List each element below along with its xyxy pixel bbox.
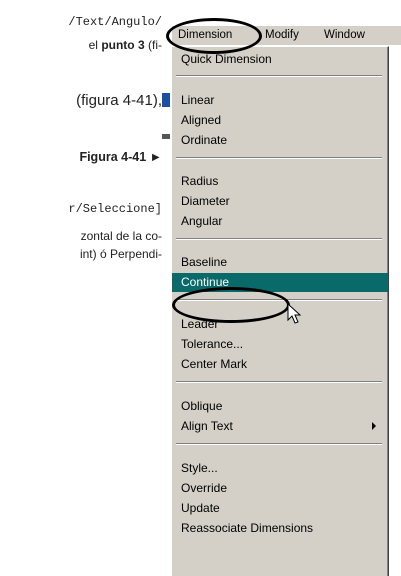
menu-window[interactable]: Window [324,29,365,41]
menu-item-label: Angular [181,214,223,228]
menu-item-label: Baseline [181,255,228,269]
menu-separator [176,75,382,77]
menu-modify-label: Modify [265,29,299,41]
menu-item-update[interactable]: Update [172,499,388,518]
menu-item-linear[interactable]: Linear [172,91,388,110]
doc-line-2-text: el [88,38,102,52]
toolbar-fragment [162,93,170,107]
annotation-ellipse-dimension [166,18,262,54]
doc-line-4: r/Seleccione] [68,202,162,216]
menu-item-label: Ordinate [181,133,228,147]
menu-item-align-text[interactable]: Align Text [172,417,388,436]
menu-item-label: Override [181,481,228,495]
menu-item-baseline[interactable]: Baseline [172,253,388,272]
submenu-arrow-icon [372,422,376,430]
mouse-pointer-icon [287,303,302,324]
menu-item-label: Center Mark [181,357,248,371]
menu-item-angular[interactable]: Angular [172,212,388,231]
doc-line-2-suffix: (fi- [144,38,162,52]
menu-item-label: Tolerance... [181,337,244,351]
menu-item-style[interactable]: Style... [172,459,388,478]
menu-item-oblique[interactable]: Oblique [172,397,388,416]
document-text-column: /Text/Angulo/ el punto 3 (fi- (figura 4-… [0,0,170,575]
figure-label: Figura 4-41 ► [79,150,162,164]
doc-line-2: el punto 3 (fi- [89,38,162,52]
menu-separator [176,157,382,159]
doc-line-2-bold-number: 3 [137,38,145,52]
menu-item-reassociate-dimensions[interactable]: Reassociate Dimensions [172,519,388,538]
menu-separator [176,381,382,383]
menu-item-label: Diameter [181,194,230,208]
doc-line-5: zontal de la co- [80,229,162,243]
menu-item-radius[interactable]: Radius [172,172,388,191]
menu-separator [176,443,382,445]
menu-modify[interactable]: Modify [265,29,299,41]
menu-item-center-mark[interactable]: Center Mark [172,355,388,374]
doc-line-2-bold-word: punto [101,38,135,52]
doc-line-1: /Text/Angulo/ [68,15,162,29]
menu-item-label: Align Text [181,419,233,433]
menu-item-label: Style... [181,461,218,475]
menu-item-label: Oblique [181,399,223,413]
menu-item-diameter[interactable]: Diameter [172,192,388,211]
toolbar-fragment [162,134,170,139]
menu-separator [176,238,382,240]
annotation-ellipse-continue [172,287,290,323]
menu-item-label: Update [181,501,220,515]
menu-item-label: Aligned [181,113,222,127]
menu-item-tolerance[interactable]: Tolerance... [172,335,388,354]
menu-item-label: Linear [181,93,215,107]
menu-item-aligned[interactable]: Aligned [172,111,388,130]
menu-window-label: Window [324,29,365,41]
menu-item-label: Reassociate Dimensions [181,521,314,535]
menu-item-override[interactable]: Override [172,479,388,498]
doc-line-3: (figura 4-41), [76,92,162,109]
menu-item-ordinate[interactable]: Ordinate [172,131,388,150]
menu-item-label: Radius [181,174,219,188]
menu-item-label: Quick Dimension [181,52,272,66]
doc-line-6: int) ó Perpendi- [79,247,162,261]
